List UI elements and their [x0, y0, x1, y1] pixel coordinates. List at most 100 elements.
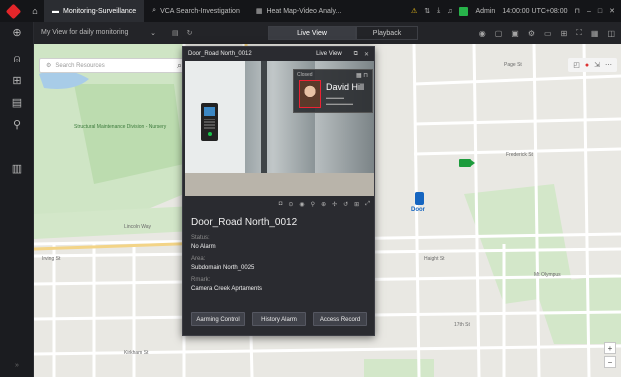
card-icons: ▦ ⊓: [355, 73, 368, 79]
record-icon[interactable]: ▣: [511, 29, 519, 38]
person-name: David Hill: [326, 82, 365, 92]
tab-label: Monitoring-Surveillance: [63, 7, 137, 15]
view-actions: ▤ ↻: [172, 29, 193, 37]
more-icon[interactable]: ⋯: [605, 61, 612, 69]
home-icon[interactable]: ⌂: [26, 6, 44, 16]
view-toolbar: My View for daily monitoring ⌄ ▤ ↻ Live …: [34, 22, 621, 44]
face-match-card: Closed ▦ ⊓ David Hill ▬▬▬▬ ▬▬▬▬▬▬: [293, 69, 373, 113]
tab-monitoring[interactable]: ▬ Monitoring-Surveillance: [44, 0, 145, 22]
grid-icon[interactable]: ⊞: [0, 70, 34, 92]
map-marker-icon[interactable]: ●: [585, 62, 589, 69]
door-name: Door_Road North_0012: [191, 217, 298, 228]
settings-icon[interactable]: ⚙: [528, 29, 535, 38]
history-alarm-button[interactable]: History Alarm: [252, 312, 306, 326]
zoom-icon[interactable]: ⊕: [321, 201, 326, 208]
popup-header: Door_Road North_0012 Live View ⧉ ✕: [183, 47, 374, 61]
remark-value: Camera Creek Aprtaments: [191, 286, 263, 292]
snapshot-icon[interactable]: ▢: [495, 29, 503, 38]
map-toolbar: ◰ ● ⇲ ⋯: [568, 58, 617, 72]
video-toolbar: ◘ ⊙ ◉ ⚲ ⊕ ✢ ↺ ⊞ ⤢: [185, 198, 374, 210]
access-record-button[interactable]: Access Record: [313, 312, 367, 326]
tab-heat-map[interactable]: ▦ Heat Map-Video Analy...: [248, 0, 349, 22]
popout-icon[interactable]: ⧉: [354, 51, 358, 58]
fullscreen-icon[interactable]: ⛶: [576, 28, 582, 38]
search-placeholder: Search Resources: [55, 62, 105, 69]
globe-icon[interactable]: ⊕: [0, 22, 34, 44]
map-export-icon[interactable]: ⇲: [594, 61, 600, 69]
expand-icon[interactable]: »: [0, 355, 34, 377]
download-icon[interactable]: ⤓: [437, 7, 440, 15]
mic-icon[interactable]: ⚲: [311, 201, 315, 208]
playback-button[interactable]: Playback: [356, 26, 418, 40]
search-icon: ⌕: [152, 7, 157, 14]
app-window: ⌂ ▬ Monitoring-Surveillance ⌕ VCA Search…: [0, 0, 621, 377]
access-terminal-image: [201, 103, 218, 141]
lock-icon[interactable]: ⊓: [575, 7, 580, 15]
view-select[interactable]: My View for daily monitoring ⌄: [34, 29, 162, 37]
expand-icon[interactable]: ⤢: [365, 201, 370, 208]
warning-icon[interactable]: ⚠: [411, 7, 417, 15]
ptz-icon[interactable]: ✢: [332, 201, 337, 208]
map-label: 17th St: [454, 322, 470, 328]
status-icon[interactable]: [459, 6, 469, 16]
snapshot-icon[interactable]: ◘: [279, 201, 283, 207]
maximize-icon[interactable]: □: [598, 8, 602, 15]
close-icon[interactable]: ✕: [609, 7, 615, 15]
status-value: No Alarm: [191, 244, 216, 250]
map-label: Mt Olympus: [534, 272, 561, 278]
camera-marker[interactable]: [459, 159, 475, 167]
keyboard-icon[interactable]: ▤: [0, 92, 34, 114]
grid-icon[interactable]: ⊞: [354, 201, 359, 208]
save-view-icon[interactable]: ▤: [172, 29, 179, 37]
video-scene: [185, 173, 374, 196]
building-icon[interactable]: ▥: [0, 158, 34, 180]
bell-icon[interactable]: ♫: [447, 8, 452, 15]
live-view-button[interactable]: Live View: [268, 26, 356, 40]
tab-label: Heat Map-Video Analy...: [266, 7, 342, 15]
window-icon[interactable]: ▭: [544, 29, 552, 38]
refresh-icon[interactable]: ↻: [187, 29, 193, 37]
person-icon[interactable]: ⚲: [0, 114, 34, 136]
live-video[interactable]: Closed ▦ ⊓ David Hill ▬▬▬▬ ▬▬▬▬▬▬: [185, 61, 374, 196]
top-right-controls: ⚠ ⇅ ⤓ ♫ Admin 14:00:00 UTC+08:00 ⊓ – □ ✕: [411, 0, 621, 22]
sort-icon[interactable]: ⇅: [424, 7, 430, 15]
user-name[interactable]: Admin: [475, 8, 495, 15]
instant-playback-icon[interactable]: ↺: [343, 201, 348, 208]
view-name: My View for daily monitoring: [41, 29, 129, 36]
popup-title: Door_Road North_0012: [188, 51, 252, 57]
left-sidebar: ⊕ ⍝ ⊞ ▤ ⚲ ▥ »: [0, 22, 34, 377]
door-marker[interactable]: [415, 192, 424, 205]
collapse-icon[interactable]: ◫: [607, 29, 615, 38]
terminal-led: [208, 132, 212, 136]
map-label: Frederick St: [506, 152, 533, 158]
status-label: Status:: [191, 235, 210, 241]
map-select-icon[interactable]: ◰: [573, 61, 580, 69]
door-popup: Door_Road North_0012 Live View ⧉ ✕ Close…: [182, 46, 375, 336]
map-search-input[interactable]: ⚙ Search Resources ⌕: [39, 58, 189, 73]
split-icon[interactable]: ▦: [591, 29, 599, 38]
audio-icon[interactable]: ◉: [299, 201, 304, 208]
zoom-out-button[interactable]: −: [604, 356, 616, 368]
app-logo: [0, 0, 26, 22]
filter-icon: ⚙: [46, 63, 52, 69]
terminal-screen: [204, 107, 215, 116]
person-search-icon[interactable]: ⍝: [0, 48, 34, 70]
map-label: Haight St: [424, 256, 445, 262]
map-label: Irving St: [42, 256, 61, 262]
area-value: Subdomain North_0025: [191, 265, 255, 271]
terminal-keypad: [204, 119, 215, 129]
map-label: Page St: [504, 62, 522, 68]
mode-switch: Live View Playback: [268, 26, 418, 40]
tab-vca-search[interactable]: ⌕ VCA Search-Investigation: [144, 0, 248, 22]
live-view-link[interactable]: Live View: [316, 51, 342, 57]
layout-grid-icon[interactable]: ⊞: [561, 29, 568, 38]
close-icon[interactable]: ✕: [364, 51, 369, 58]
arming-control-button[interactable]: Aarming Control: [191, 312, 245, 326]
zoom-in-button[interactable]: +: [604, 342, 616, 354]
signal-icon[interactable]: ◉: [479, 29, 486, 38]
record-icon[interactable]: ⊙: [288, 201, 293, 208]
map-label: Kirkham St: [124, 350, 149, 356]
clock-time: 14:00:00 UTC+08:00: [502, 7, 568, 15]
map-label: Structural Maintenance Division - Nurser…: [74, 124, 167, 130]
minimize-icon[interactable]: –: [587, 8, 591, 15]
